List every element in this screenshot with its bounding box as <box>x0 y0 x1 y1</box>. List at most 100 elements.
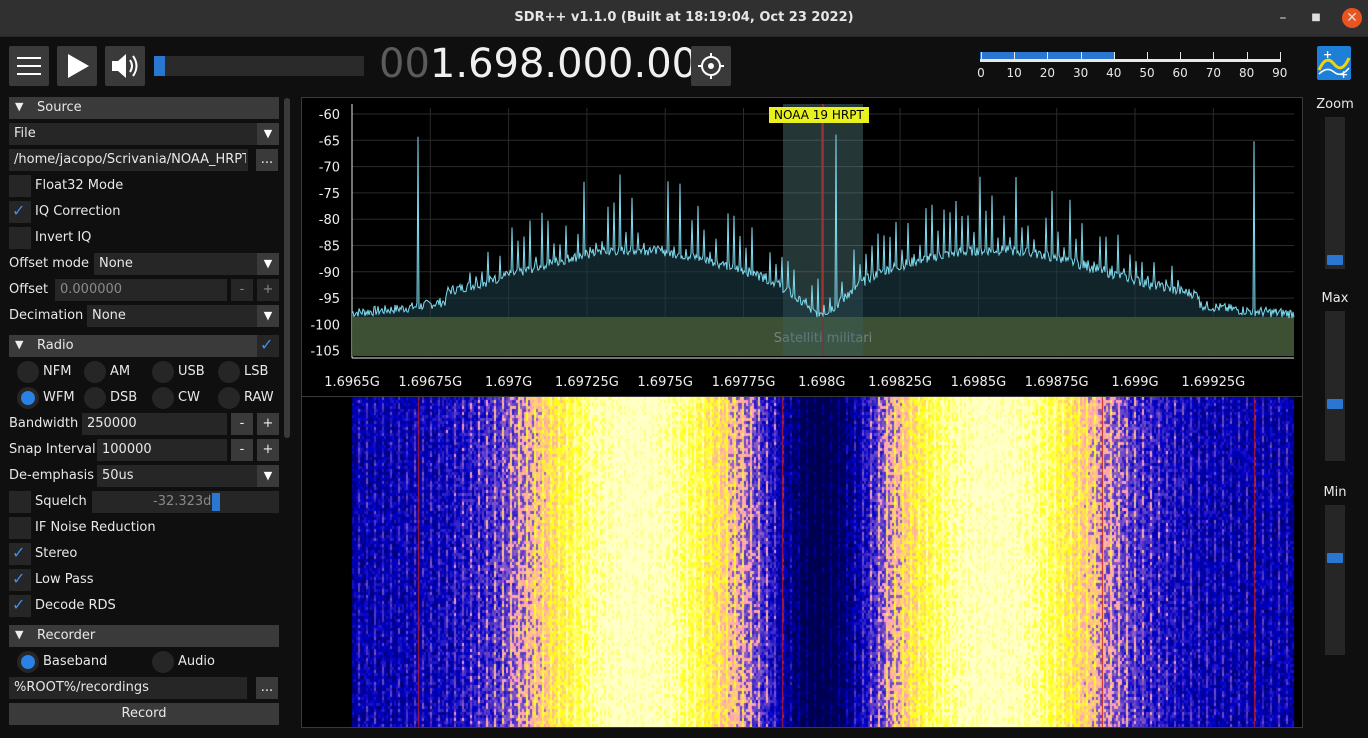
dropdown-arrow-icon: ▼ <box>257 253 279 275</box>
max-slider[interactable] <box>1325 311 1345 461</box>
fft-y-tick-label: -90 <box>319 266 340 281</box>
hamburger-icon <box>17 57 41 75</box>
offset-value: 0.000000 <box>60 282 123 297</box>
radio-enable-checkbox[interactable]: ✓ <box>257 335 279 357</box>
fft-x-tick-label: 1.697G <box>485 375 532 390</box>
audio-label: Audio <box>178 654 215 669</box>
mode-radio-nfm[interactable] <box>17 361 39 383</box>
mode-label-raw: RAW <box>244 390 274 405</box>
side-menu-scrollbar[interactable] <box>284 98 290 438</box>
audio-radio[interactable] <box>152 651 174 673</box>
squelch-checkbox[interactable] <box>9 491 31 513</box>
logo-icon: + + <box>1317 48 1351 81</box>
max-grab[interactable] <box>1327 399 1343 409</box>
squelch-slider[interactable]: -32.323dB <box>92 491 279 513</box>
snr-tick-label: 0 <box>977 66 985 80</box>
offset-increment-button[interactable]: + <box>257 279 279 301</box>
mode-radio-raw[interactable] <box>218 387 240 409</box>
mode-radio-dsb[interactable] <box>84 387 106 409</box>
baseband-radio[interactable] <box>17 651 39 673</box>
check-icon: ✓ <box>12 543 26 562</box>
center-tuning-button[interactable] <box>691 46 731 86</box>
snr-tick-mark <box>1113 52 1115 62</box>
zoom-grab[interactable] <box>1327 255 1343 265</box>
mode-label-lsb: LSB <box>244 364 269 379</box>
waterfall-canvas <box>302 397 1302 727</box>
fft-x-tick-label: 1.6985G <box>951 375 1007 390</box>
volume-slider[interactable] <box>154 56 364 76</box>
bandwidth-increment-button[interactable]: + <box>257 413 279 435</box>
volume-fill <box>154 56 165 76</box>
fft-display[interactable]: -60 -65 -70 -75 -80 -85 -90 -95 -100 -105 1.6965G 1… <box>301 97 1303 397</box>
offset-decrement-button[interactable]: - <box>231 279 253 301</box>
source-header-label: Source <box>37 100 82 115</box>
invert-iq-checkbox[interactable] <box>9 227 31 249</box>
recording-path-input[interactable]: %ROOT%/recordings <box>9 677 247 699</box>
source-header[interactable]: ▼ Source <box>9 97 279 119</box>
snr-tick-mark <box>1147 52 1148 62</box>
zoom-slider[interactable] <box>1325 117 1345 269</box>
collapse-arrow-icon: ▼ <box>15 100 24 113</box>
file-path-input[interactable]: /home/jacopo/Scrivania/NOAA_HRPT_ <box>9 149 248 171</box>
bandwidth-input[interactable]: 250000 <box>82 413 227 435</box>
close-icon[interactable]: ✕ <box>1342 8 1362 28</box>
squelch-grab[interactable] <box>212 493 220 511</box>
snr-tick-label: 10 <box>1006 66 1022 80</box>
fft-x-tick-label: 1.69675G <box>398 375 462 390</box>
dropdown-arrow-icon: ▼ <box>257 305 279 327</box>
play-button[interactable] <box>57 46 97 86</box>
source-type-combo[interactable]: File ▼ <box>9 123 279 145</box>
mode-radio-cw[interactable] <box>152 387 174 409</box>
maximize-icon[interactable]: ■ <box>1306 8 1326 28</box>
if-nr-checkbox[interactable] <box>9 517 31 539</box>
rds-checkbox[interactable]: ✓ <box>9 595 31 617</box>
offset-mode-combo[interactable]: None ▼ <box>94 253 279 275</box>
decimation-combo[interactable]: None ▼ <box>87 305 279 327</box>
collapse-arrow-icon: ▼ <box>15 338 24 351</box>
svg-text:+: + <box>1339 68 1348 80</box>
snap-interval-input[interactable]: 100000 <box>97 439 227 461</box>
fft-x-tick-label: 1.69875G <box>1025 375 1089 390</box>
snr-tick-label: 50 <box>1139 66 1155 80</box>
squelch-value: -32.323dB <box>153 494 221 509</box>
menu-button[interactable] <box>9 46 49 86</box>
fft-x-tick-label: 1.69925G <box>1181 375 1245 390</box>
play-icon <box>68 54 89 78</box>
fft-y-tick-label: -80 <box>319 213 340 228</box>
snap-increment-button[interactable]: + <box>257 439 279 461</box>
vfo-label[interactable]: NOAA 19 HRPT <box>769 107 869 123</box>
offset-input[interactable]: 0.000000 <box>55 279 227 301</box>
float32-checkbox[interactable] <box>9 175 31 197</box>
min-slider[interactable] <box>1325 505 1345 655</box>
lowpass-checkbox[interactable]: ✓ <box>9 569 31 591</box>
recording-browse-button[interactable]: ... <box>256 677 278 699</box>
bandwidth-decrement-button[interactable]: - <box>231 413 253 435</box>
invert-iq-label: Invert IQ <box>35 230 92 245</box>
mode-radio-lsb[interactable] <box>218 361 240 383</box>
bandwidth-value: 250000 <box>87 416 137 431</box>
mode-radio-wfm[interactable] <box>17 387 39 409</box>
iq-correction-checkbox[interactable]: ✓ <box>9 201 31 223</box>
mute-button[interactable] <box>105 46 145 86</box>
radio-header[interactable]: ▼ Radio <box>9 335 257 357</box>
fft-y-tick-label: -60 <box>319 108 340 123</box>
mode-radio-usb[interactable] <box>152 361 174 383</box>
minimize-icon[interactable]: – <box>1273 8 1293 28</box>
recorder-header[interactable]: ▼ Recorder <box>9 625 279 647</box>
collapse-arrow-icon: ▼ <box>15 628 24 641</box>
stereo-checkbox[interactable]: ✓ <box>9 543 31 565</box>
frequency-display[interactable]: 001.698.000.000 <box>379 41 723 91</box>
recorder-header-label: Recorder <box>37 628 96 643</box>
snr-tick-mark <box>1246 52 1248 62</box>
deemphasis-combo[interactable]: 50us ▼ <box>97 465 279 487</box>
snap-decrement-button[interactable]: - <box>231 439 253 461</box>
min-grab[interactable] <box>1327 553 1343 563</box>
check-icon: ✓ <box>12 569 26 588</box>
snr-tick-label: 60 <box>1172 66 1188 80</box>
file-path-value: /home/jacopo/Scrivania/NOAA_HRPT_ <box>14 152 246 167</box>
file-browse-button[interactable]: ... <box>256 149 278 171</box>
mode-radio-am[interactable] <box>84 361 106 383</box>
record-button[interactable]: Record <box>9 703 279 725</box>
fft-y-tick-label: -75 <box>319 187 340 202</box>
waterfall-display[interactable] <box>301 397 1303 728</box>
